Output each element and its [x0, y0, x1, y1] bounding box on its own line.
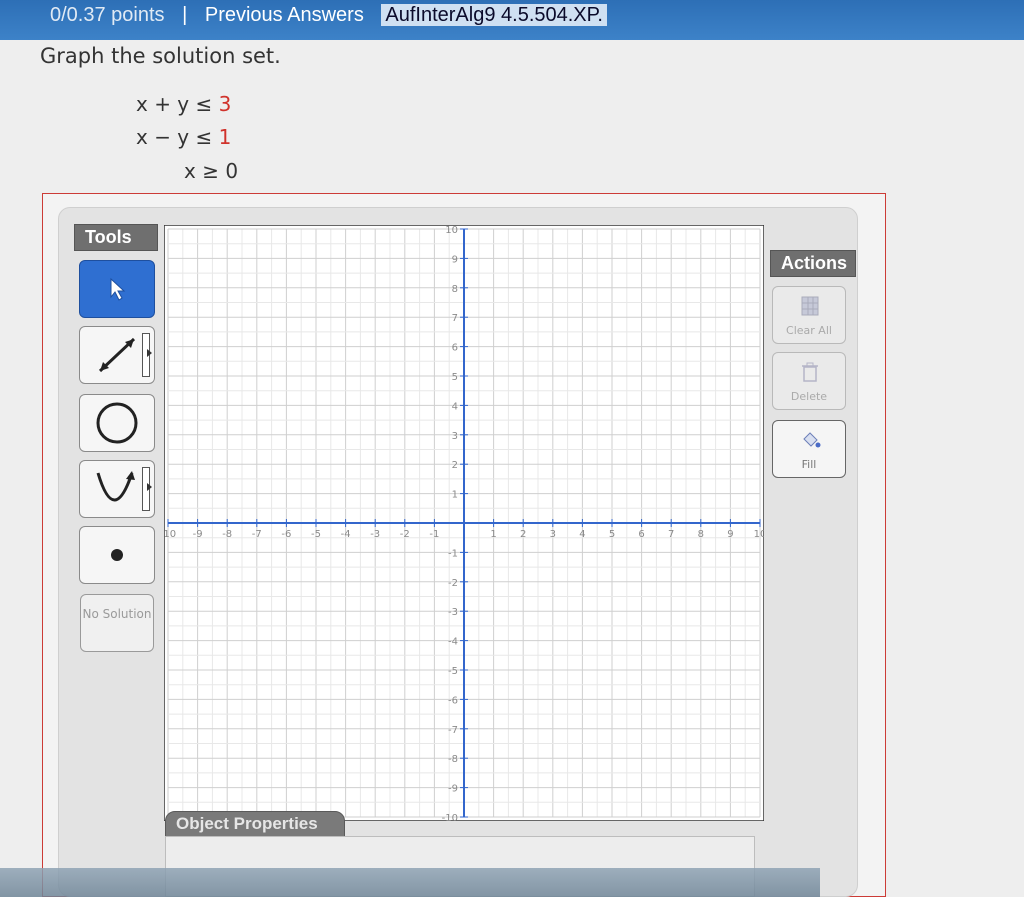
- inequality-lhs: x + y ≤: [136, 92, 219, 116]
- object-properties-tab[interactable]: Object Properties: [165, 811, 345, 837]
- circle-icon: [96, 402, 138, 444]
- coordinate-graph[interactable]: -10 -9 -8 -7 -6 -5 -4 -3 -2 -1 1 2 3 4 5 6 7 8 9 10 10 9 8 7 6 5 4…: [160, 224, 766, 824]
- inequality-rhs: 0: [225, 159, 239, 183]
- x-tick-label: -3: [370, 529, 380, 540]
- inequality-3: x ≥ 0: [184, 159, 238, 183]
- tools-label: Tools: [74, 224, 158, 251]
- y-tick-label: -7: [448, 725, 458, 736]
- y-tick-label: 8: [452, 284, 458, 295]
- inequality-rhs: 3: [218, 92, 232, 116]
- dot-icon: [111, 549, 123, 561]
- inequality-rhs: 1: [218, 125, 232, 149]
- x-tick-label: 4: [579, 529, 585, 540]
- y-tick-label: -6: [448, 695, 458, 706]
- inequality-lhs: x − y ≤: [136, 125, 219, 149]
- x-tick-label: -8: [222, 529, 232, 540]
- chevron-right-icon: [147, 483, 152, 491]
- x-tick-label: 1: [490, 529, 496, 540]
- question-code: AufInterAlg9 4.5.504.XP.: [381, 4, 607, 26]
- clear-all-label: Clear All: [786, 324, 832, 337]
- x-tick-label: 5: [609, 529, 615, 540]
- graph-canvas[interactable]: -10 -9 -8 -7 -6 -5 -4 -3 -2 -1 1 2 3 4 5 6 7 8 9 10 10 9 8 7 6 5 4…: [160, 224, 766, 824]
- x-tick-label: -6: [281, 529, 291, 540]
- line-segment-icon: [98, 337, 136, 373]
- trash-icon: [802, 362, 818, 382]
- x-tick-label: -1: [429, 529, 439, 540]
- y-tick-label: 10: [445, 225, 458, 236]
- point-tool-button[interactable]: [79, 526, 155, 584]
- y-tick-label: -2: [448, 578, 458, 589]
- y-tick-label: 3: [452, 431, 458, 442]
- pointer-tool-button[interactable]: [79, 260, 155, 318]
- previous-answers-link[interactable]: Previous Answers: [205, 4, 364, 26]
- y-tick-label: -5: [448, 666, 458, 677]
- header-separator: |: [182, 4, 188, 26]
- x-tick-label: 2: [520, 529, 526, 540]
- delete-button[interactable]: Delete: [772, 352, 846, 410]
- no-solution-button[interactable]: No Solution: [80, 594, 154, 652]
- y-tick-label: 6: [452, 343, 458, 354]
- x-tick-label: -9: [193, 529, 203, 540]
- y-tick-label: 5: [452, 372, 458, 383]
- y-tick-label: -3: [448, 607, 458, 618]
- y-tick-label: -4: [448, 637, 458, 648]
- x-tick-label: 6: [638, 529, 644, 540]
- question-prompt: Graph the solution set.: [40, 44, 281, 68]
- x-tick-label: 10: [754, 529, 764, 540]
- y-tick-label: 2: [452, 460, 458, 471]
- arrow-cursor-icon: [110, 277, 126, 301]
- inequality-2: x − y ≤ 1: [136, 125, 231, 149]
- points-text: 0/0.37 points: [50, 4, 165, 26]
- x-tick-label: 3: [550, 529, 556, 540]
- y-tick-label: 1: [452, 490, 458, 501]
- chevron-right-icon: [147, 349, 152, 357]
- delete-label: Delete: [790, 390, 828, 403]
- taskbar: [0, 868, 820, 897]
- y-tick-label: -1: [448, 548, 458, 559]
- x-tick-label: -4: [341, 529, 351, 540]
- x-tick-label: 7: [668, 529, 674, 540]
- y-tick-label: -9: [448, 784, 458, 795]
- y-tick-label: 7: [452, 313, 458, 324]
- x-tick-label: 8: [698, 529, 704, 540]
- fill-button[interactable]: Fill: [772, 420, 846, 478]
- y-tick-label: 4: [452, 401, 458, 412]
- x-tick-label: -5: [311, 529, 321, 540]
- circle-tool-button[interactable]: [79, 394, 155, 452]
- y-tick-label: -10: [442, 813, 458, 821]
- parabola-icon: [96, 471, 135, 502]
- x-tick-label: -7: [252, 529, 262, 540]
- y-tick-label: -8: [448, 754, 458, 765]
- x-tick-label: 9: [727, 529, 733, 540]
- x-tick-label: -10: [164, 529, 176, 540]
- inequality-lhs: x ≥: [184, 159, 226, 183]
- clear-all-icon: [801, 296, 819, 316]
- fill-icon: [803, 432, 821, 448]
- line-tool-button[interactable]: [79, 326, 155, 384]
- x-tick-label: -2: [400, 529, 410, 540]
- assignment-header: 0/0.37 points | Previous Answers AufInte…: [0, 0, 1024, 40]
- y-tick-label: 9: [452, 254, 458, 265]
- inequality-1: x + y ≤ 3: [136, 92, 231, 116]
- clear-all-button[interactable]: Clear All: [772, 286, 846, 344]
- parabola-tool-button[interactable]: [79, 460, 155, 518]
- actions-label: Actions: [770, 250, 856, 277]
- fill-label: Fill: [801, 458, 817, 471]
